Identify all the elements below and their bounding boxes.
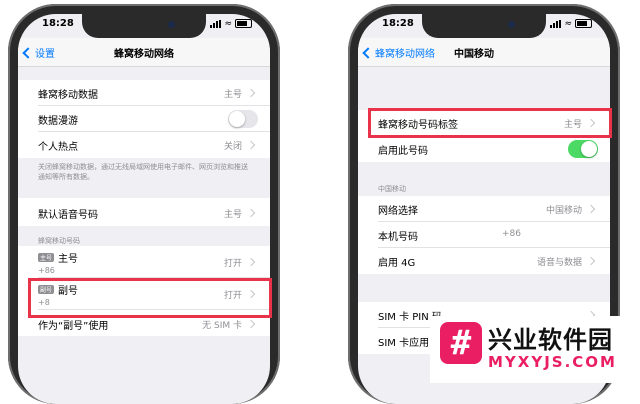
toggle-knob	[581, 141, 597, 157]
watermark-title: 兴业软件园	[488, 326, 613, 354]
row-enable-4g[interactable]: 启用 4G 语音与数据	[358, 248, 610, 274]
roaming-toggle[interactable]	[228, 110, 258, 128]
battery-icon	[575, 19, 592, 28]
chevron-right-icon	[246, 319, 256, 329]
row-enable-number: 启用此号码	[358, 136, 610, 162]
navbar: 设置 蜂窝移动网络	[18, 38, 270, 67]
chevron-right-icon	[586, 204, 596, 214]
row-label: 启用 4G	[378, 258, 416, 269]
notch	[82, 14, 206, 38]
row-data-roaming: 数据漫游	[18, 106, 270, 132]
row-value: 语音与数据	[536, 258, 582, 268]
row-label: SIM 卡应用	[378, 338, 430, 349]
chevron-right-icon	[246, 208, 256, 218]
row-value: 中国移动	[545, 206, 582, 216]
status-time: 18:28	[382, 18, 414, 29]
row-label: 启用此号码	[378, 146, 428, 157]
enable-number-toggle[interactable]	[568, 140, 598, 158]
row-value: +86	[502, 229, 521, 239]
row-primary-line[interactable]: 主号 主号 +86 打开	[18, 246, 270, 278]
sim-tag: 主号	[38, 253, 55, 262]
row-label: 本机号码	[378, 232, 418, 243]
chevron-right-icon	[246, 88, 256, 98]
row-value: 打开	[223, 259, 242, 269]
row-default-voice[interactable]: 默认语音号码 主号	[18, 198, 270, 226]
row-value: 主号	[223, 210, 242, 220]
row-label: 网络选择	[378, 206, 418, 217]
line-name: 主号	[58, 254, 79, 265]
section-header: 蜂窝移动号码	[38, 237, 80, 245]
row-cellular-data[interactable]: 蜂窝移动数据 主号	[18, 80, 270, 106]
chevron-right-icon	[246, 140, 256, 150]
chevron-right-icon	[586, 256, 596, 266]
status-icons: ≈	[210, 19, 252, 28]
camera	[508, 21, 515, 28]
chevron-right-icon	[246, 257, 256, 267]
page-title: 蜂窝移动网络	[114, 49, 174, 60]
row-label: 默认语音号码	[38, 210, 98, 221]
battery-icon	[235, 19, 252, 28]
phone-left: 18:28 ≈ 设置 蜂窝移动网络 蜂窝移动数据 主号 数据漫游 个人热点 关闭…	[8, 4, 280, 404]
screen-left: 18:28 ≈ 设置 蜂窝移动网络 蜂窝移动数据 主号 数据漫游 个人热点 关闭…	[18, 14, 270, 404]
row-value: 关闭	[223, 142, 242, 152]
row-value: 无 SIM 卡	[202, 321, 242, 331]
watermark-subtitle: MYXYJS.COM	[488, 353, 617, 371]
row-label: 作为“副号”使用	[38, 321, 109, 332]
page-title: 中国移动	[454, 49, 494, 60]
highlight-box	[28, 278, 272, 318]
watermark-logo-icon: #	[440, 322, 482, 364]
wifi-icon: ≈	[564, 18, 572, 29]
row-label: 个人热点	[38, 142, 78, 153]
row-label: 主号 主号	[38, 250, 78, 265]
section-header: 中国移动	[378, 185, 406, 193]
row-label: 蜂窝移动数据	[38, 90, 98, 101]
row-my-number: 本机号码 +86	[358, 222, 610, 248]
camera	[168, 21, 175, 28]
toggle-knob	[229, 111, 245, 127]
navbar: 蜂窝移动网络 中国移动	[358, 38, 610, 67]
chevron-left-icon	[362, 46, 374, 59]
back-label: 蜂窝移动网络	[375, 49, 435, 60]
row-label: 数据漫游	[38, 116, 78, 127]
signal-icon	[210, 19, 222, 28]
row-hotspot[interactable]: 个人热点 关闭	[18, 132, 270, 158]
status-time: 18:28	[42, 18, 74, 29]
cellular-note: 关闭蜂窝移动数据，通过无线局域网使用电子邮件、网页浏览和推送通知等所有数据。	[38, 163, 248, 181]
notch	[422, 14, 546, 38]
back-button[interactable]: 蜂窝移动网络	[362, 45, 435, 60]
status-icons: ≈	[550, 19, 592, 28]
highlight-box	[368, 108, 612, 138]
row-value: 主号	[223, 90, 242, 100]
line-number: +86	[38, 266, 55, 275]
signal-icon	[550, 19, 562, 28]
watermark: # 兴业软件园 MYXYJS.COM	[430, 316, 640, 383]
wifi-icon: ≈	[224, 18, 232, 29]
row-network-selection[interactable]: 网络选择 中国移动	[358, 196, 610, 222]
